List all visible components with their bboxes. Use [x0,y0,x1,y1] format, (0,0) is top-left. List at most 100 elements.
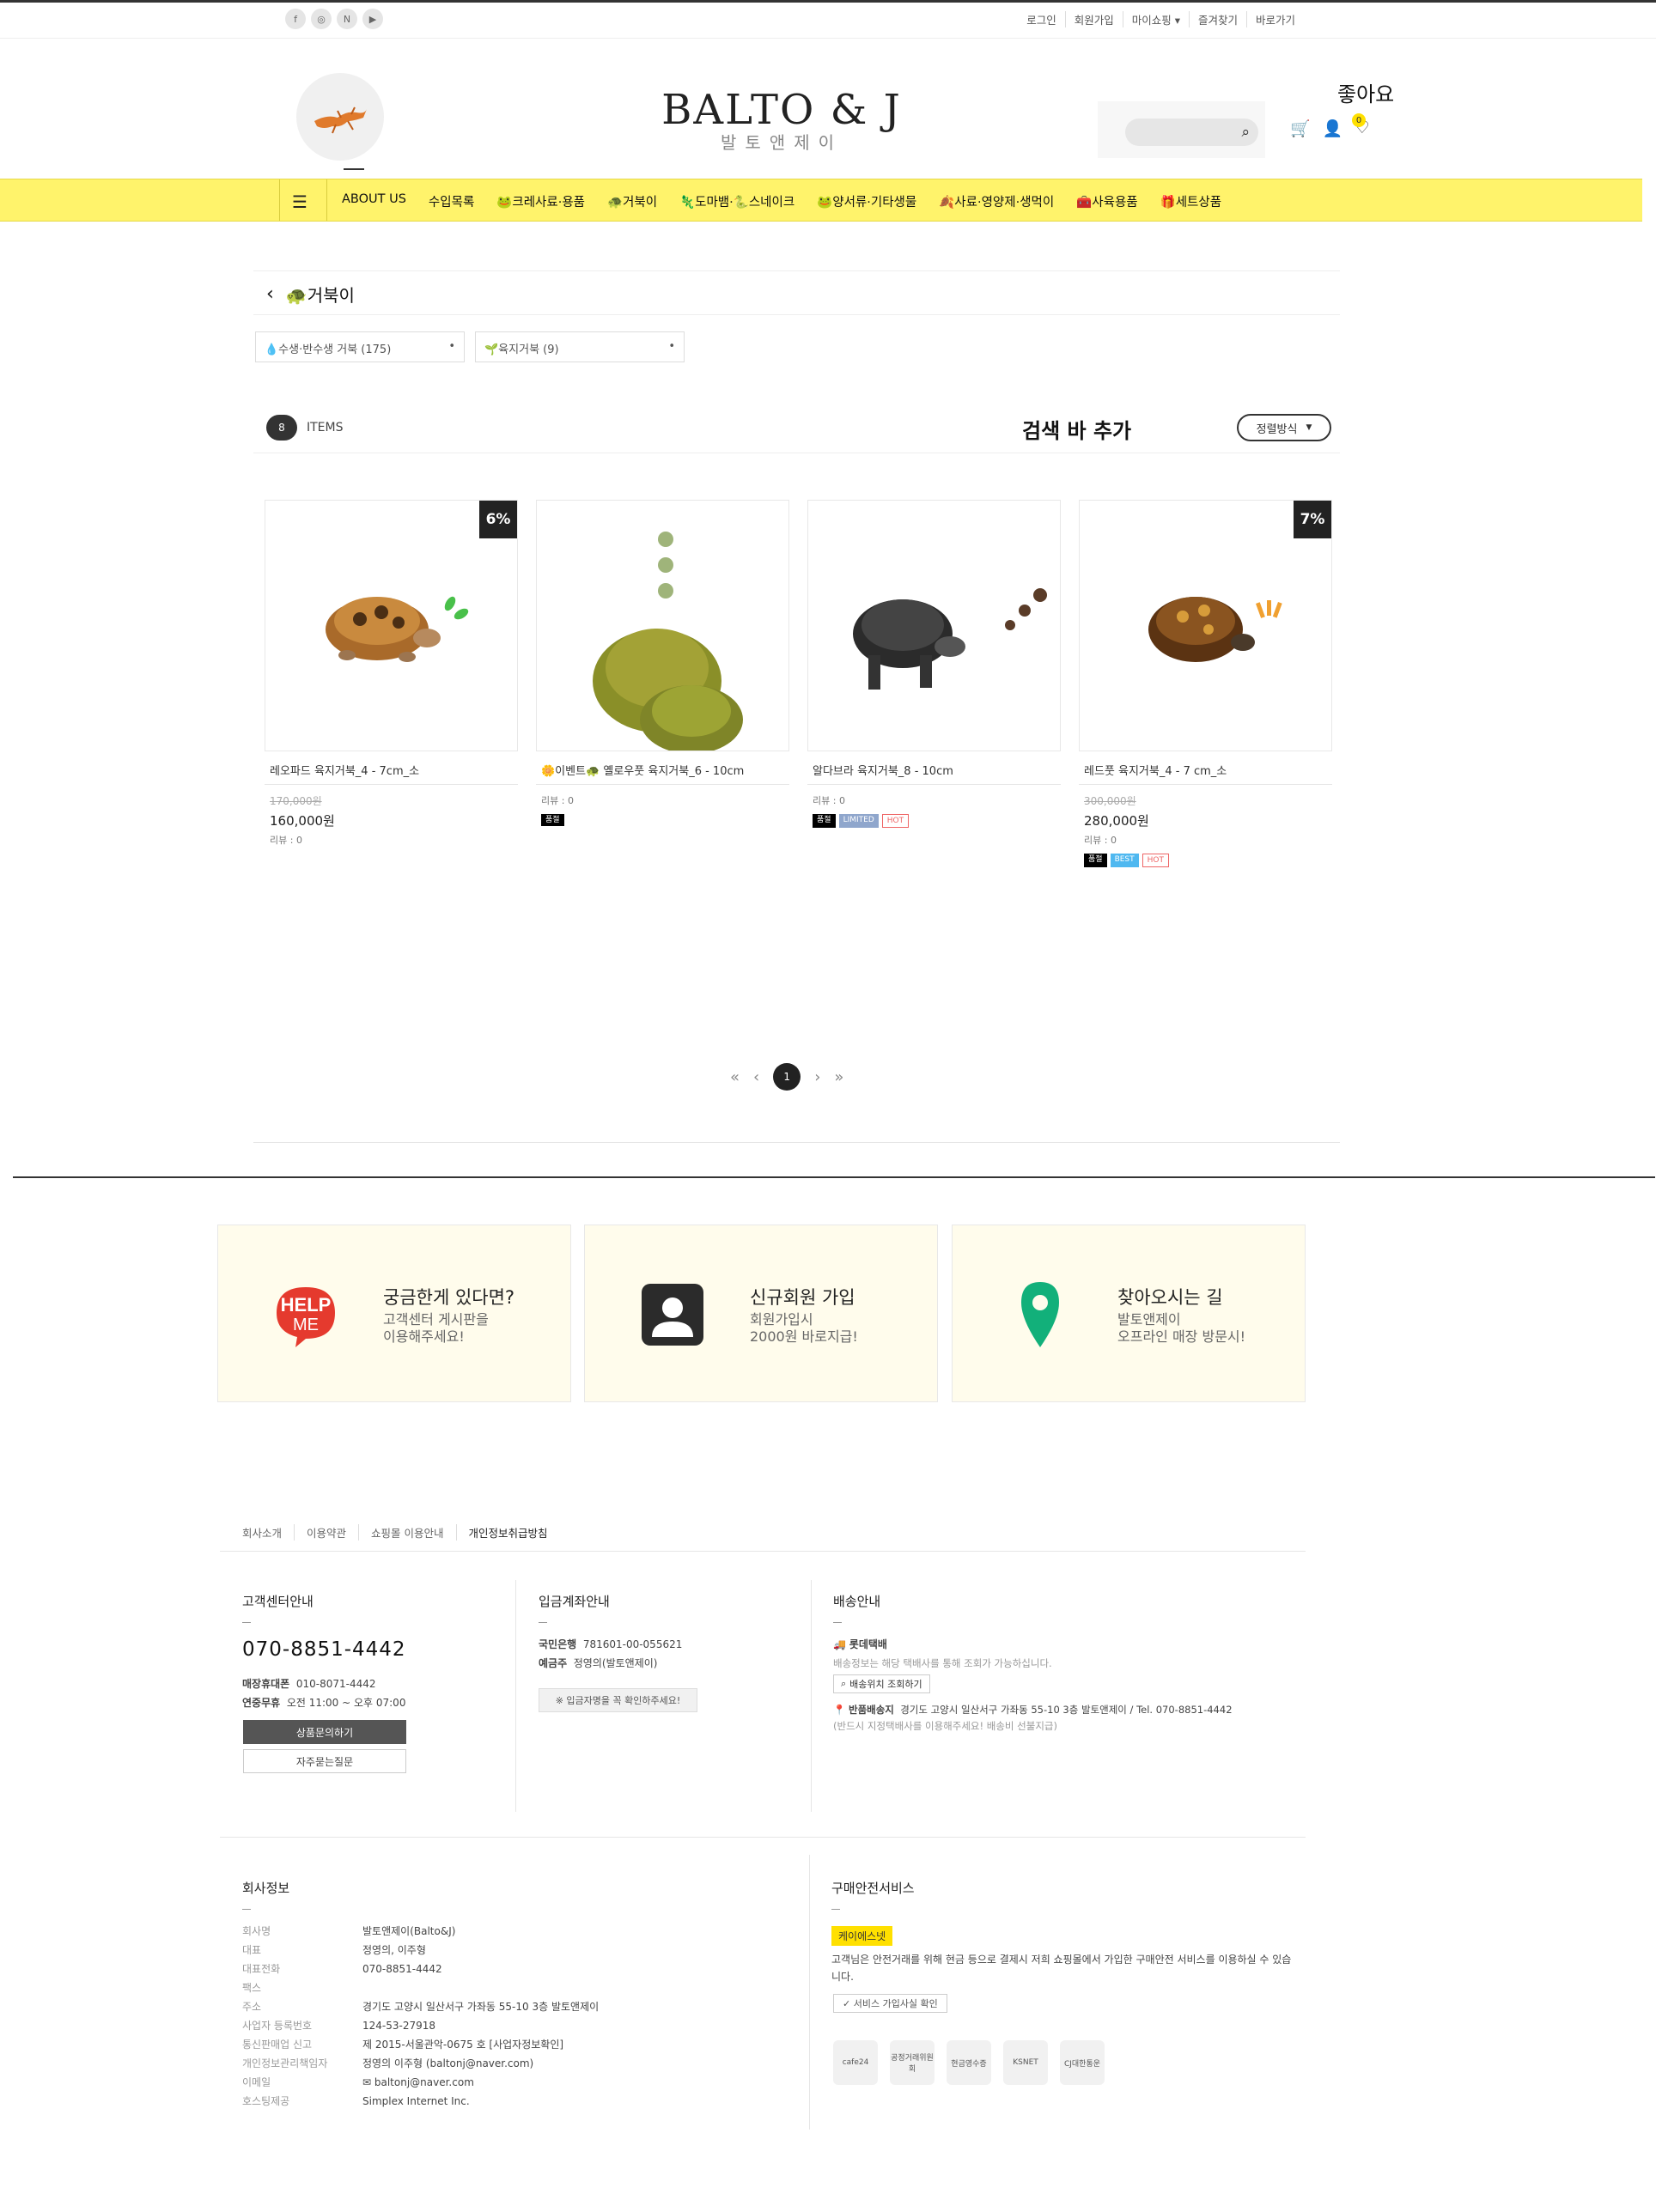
dot-icon: • [448,340,455,353]
footer-link-guide[interactable]: 쇼핑몰 이용안내 [358,1524,455,1540]
product-image[interactable] [807,500,1061,751]
ksnet-badge: 케이에스넷 [831,1926,893,1946]
footer-link-company[interactable]: 회사소개 [242,1524,294,1540]
cafe24-logo: cafe24 [833,2040,878,2085]
site-logo[interactable]: BALTO & J 발토앤제이 [653,86,910,167]
product-name[interactable]: 🌼이벤트🐢 옐로우풋 육지거북_6 - 10cm [536,762,789,781]
footer-link-privacy[interactable]: 개인정보취급방침 [455,1524,560,1540]
divider [253,270,1340,271]
cs-title: 고객센터안내 [242,1594,314,1609]
subcat-aquatic[interactable]: 💧수생·반수생 거북 (175) • [255,331,465,362]
divider [809,1855,810,2130]
wish-count-badge: 0 [1352,113,1366,127]
service-check-button[interactable]: ✓ 서비스 가입사실 확인 [833,1994,947,2013]
sale-price: 280,000원 [1084,813,1149,829]
logo-main-text: BALTO & J [661,86,902,134]
product-image[interactable] [536,500,789,751]
banner-desc: 회원가입시 2000원 바로지급! [750,1311,858,1345]
login-link[interactable]: 로그인 [1018,11,1065,27]
nav-item-lizard-snake[interactable]: 🦎도마뱀·🐍스네이크 [679,192,795,210]
nav-item-food-supplements[interactable]: 🍂사료·영양제·생먹이 [939,192,1054,210]
divider [536,784,789,785]
search-icon[interactable]: ⌕ [1241,124,1250,141]
product-card[interactable]: 알다브라 육지거북_8 - 10cm 리뷰 : 0 품절 LIMITED HOT [807,500,1061,828]
original-price: 170,000원 [270,795,322,807]
nav-separator [279,179,280,221]
nav-item-turtle[interactable]: 🐢거북이 [607,192,657,210]
soldout-tag: 품절 [1084,854,1107,867]
bookmark-link[interactable]: 즐겨찾기 [1188,11,1246,27]
divider [220,1551,1306,1552]
next-page-icon[interactable]: › [814,1068,820,1086]
location-banner[interactable]: 찾아오시는 길 발토앤제이 오프라인 매장 방문시! [952,1224,1306,1402]
item-count-badge: 8 [266,415,297,441]
truck-icon: 🚚 [833,1638,846,1650]
product-image[interactable]: 6% [265,500,518,751]
signup-banner[interactable]: 신규회원 가입 회원가입시 2000원 바로지급! [584,1224,938,1402]
instagram-icon[interactable]: ◎ [311,9,332,29]
prev-page-icon[interactable]: ‹ [753,1068,759,1086]
svg-text:HELP: HELP [281,1294,332,1316]
nav-item-crested-food[interactable]: 🐸크레사료·용품 [496,192,585,210]
back-arrow-icon[interactable]: ‹ [266,283,274,305]
ksnet-logo: KSNET [1003,2040,1048,2085]
member-icon [636,1279,709,1351]
product-card[interactable]: 6% 레오파드 육지거북_4 - 7cm_소 170,000원 160,000원… [265,500,518,847]
soldout-tag: 품절 [813,814,836,828]
myshop-link[interactable]: 마이쇼핑 ▾ [1122,11,1189,27]
nav-item-import-list[interactable]: 수입목록 [429,192,474,210]
youtube-icon[interactable]: ▶ [362,9,383,29]
last-page-icon[interactable]: » [834,1068,843,1086]
magnifier-icon: ⌕ [841,1678,847,1689]
track-delivery-button[interactable]: ⌕ 배송위치 조회하기 [833,1674,930,1693]
pagination: « ‹ 1 › » [730,1063,843,1091]
user-icon[interactable]: 👤 [1323,118,1343,138]
product-name[interactable]: 레드풋 육지거북_4 - 7 cm_소 [1079,762,1332,781]
search-area: ⌕ [1098,101,1265,158]
safety-title: 구매안전서비스 [831,1881,915,1896]
subcat-label: 💧수생·반수생 거북 (175) [265,343,392,356]
footer-link-terms[interactable]: 이용약관 [294,1524,358,1540]
facebook-icon[interactable]: f [285,9,306,29]
menu-icon[interactable]: ☰ [292,191,307,212]
product-card[interactable]: 🌼이벤트🐢 옐로우풋 육지거북_6 - 10cm 리뷰 : 0 품절 [536,500,789,826]
limited-tag: LIMITED [838,814,879,828]
search-input[interactable]: ⌕ [1125,118,1258,146]
join-link[interactable]: 회원가입 [1064,11,1123,27]
nav-item-about[interactable]: ABOUT US [342,192,406,210]
product-image[interactable]: 7% [1079,500,1332,751]
naver-icon[interactable]: N [337,9,357,29]
help-banner[interactable]: HELP ME 궁금한게 있다면? 고객센터 게시판을 이용해주세요! [217,1224,571,1402]
faq-button[interactable]: 자주묻는질문 [243,1749,406,1773]
sort-label: 정렬방식 [1256,422,1298,436]
lizard-avatar[interactable] [296,73,384,161]
safety-section: 구매안전서비스 [831,1879,1295,1922]
product-name[interactable]: 레오파드 육지거북_4 - 7cm_소 [265,762,518,781]
shortcut-link[interactable]: 바로가기 [1245,11,1304,27]
subcat-tortoise[interactable]: 🌱육지거북 (9) • [475,331,685,362]
delivery-section: 배송안내 🚚 롯데택배 배송정보는 해당 택배사를 통해 조회가 가능하십니다.… [833,1592,1297,1733]
sort-select[interactable]: 정렬방식 ▼ [1237,414,1331,441]
avatar-underline [344,168,364,170]
first-page-icon[interactable]: « [730,1068,740,1086]
nav-item-supplies[interactable]: 🧰사육용품 [1076,192,1137,210]
safety-desc: 고객님은 안전거래를 위해 현금 등으로 결제시 저희 쇼핑몰에서 가입한 구매… [831,1954,1292,1983]
nav-separator [326,179,327,221]
cart-icon[interactable]: 🛒 [1290,118,1311,138]
cs-hours: 매장휴대폰 010-8071-4442 연중무휴 오전 11:00 ~ 오후 0… [242,1678,406,1709]
search-bar-add-text: 검색 바 추가 [1022,419,1132,443]
current-page[interactable]: 1 [773,1063,801,1091]
nav-item-sets[interactable]: 🎁세트상품 [1160,192,1221,210]
divider [1079,784,1332,785]
check-icon: ✓ [843,1998,851,2009]
nav-item-amphibian[interactable]: 🐸양서류·기타생물 [817,192,916,210]
sale-price: 160,000원 [270,813,335,829]
product-inquiry-button[interactable]: 상품문의하기 [243,1720,406,1744]
product-card[interactable]: 7% 레드풋 육지거북_4 - 7 cm_소 300,000원 280,000원… [1079,500,1332,867]
help-me-icon: HELP ME [270,1279,342,1351]
like-label: 좋아요 [1337,82,1395,106]
deposit-notice-button[interactable]: ※ 입금자명을 꼭 확인하주세요! [539,1688,697,1712]
cj-logo: CJ대한통운 [1060,2040,1105,2085]
product-name[interactable]: 알다브라 육지거북_8 - 10cm [807,762,1061,781]
discount-badge: 6% [479,501,517,538]
